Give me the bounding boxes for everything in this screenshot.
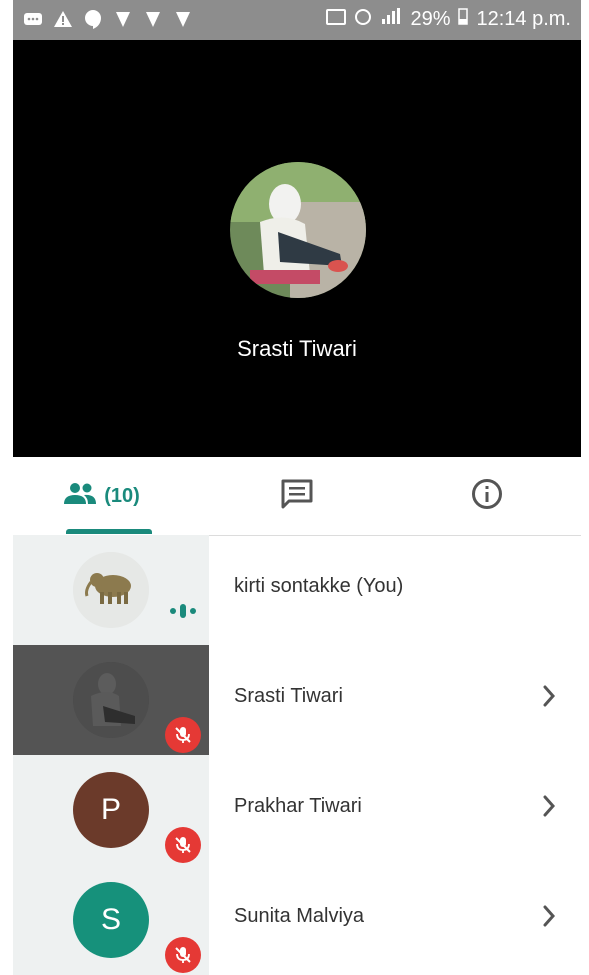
message-icon [23,9,43,29]
participant-avatar [73,662,149,738]
avatar-initial: P [100,793,121,826]
video-stage[interactable]: Srasti Tiwari [13,40,581,457]
participant-avatar: P [73,772,149,848]
tab-info[interactable] [419,457,555,535]
hangouts-icon [83,9,103,29]
participant-row[interactable]: Srasti Tiwari [13,645,581,755]
mic-muted-icon [165,937,201,973]
signal-icon [380,7,402,31]
alarm-icon [354,7,372,31]
tab-people[interactable]: (10) [33,457,169,535]
battery-icon [458,7,469,31]
speaker-avatar [230,162,366,298]
participant-avatar [73,552,149,628]
tab-bar: (10) [13,457,581,536]
speaker-name: Srasti Tiwari [237,336,357,361]
system-icons: 29% 12:14 p.m. [326,7,571,31]
participant-name: Prakhar Tiwari [234,795,362,817]
warning-icon [53,9,73,29]
participant-row[interactable]: kirti sontakke (You) [13,535,581,645]
participant-name: Sunita Malviya [234,905,365,927]
participant-avatar-area [13,535,209,645]
participant-name: Srasti Tiwari [234,685,343,707]
participant-avatar-area: S [13,865,209,975]
participant-row[interactable]: S Sunita Malviya [13,865,581,975]
participant-name: kirti sontakke (You) [234,575,404,597]
shield-icon [143,9,163,29]
participant-avatar: S [73,882,149,958]
cast-icon [326,8,347,31]
shield-icon [173,9,193,29]
battery-level: 29% [410,7,451,30]
avatar-initial: S [100,903,121,936]
active-tab-indicator [66,529,152,534]
chat-icon [280,478,314,515]
clock: 12:14 p.m. [476,7,571,30]
speaking-indicator-icon [169,601,199,626]
mic-muted-icon [165,717,201,753]
chevron-right-icon[interactable] [539,683,559,714]
participant-row[interactable]: P Prakhar Tiwari [13,755,581,865]
notification-icons [23,9,193,29]
participant-count: (10) [104,484,140,507]
status-bar: 29% 12:14 p.m. [13,0,581,40]
people-icon [62,482,98,511]
participant-avatar-area: P [13,755,209,865]
info-icon [471,478,503,515]
tab-chat[interactable] [229,457,365,535]
participant-avatar-area [13,645,209,755]
mic-muted-icon [165,827,201,863]
shield-icon [113,9,133,29]
chevron-right-icon[interactable] [539,903,559,934]
chevron-right-icon[interactable] [539,793,559,824]
